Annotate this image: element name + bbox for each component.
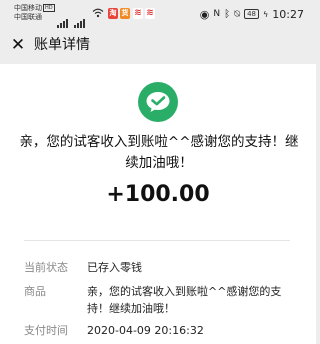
carrier-info: 中国移动 HD 中国联通 <box>14 4 55 22</box>
battery-icon: 48 <box>244 9 260 19</box>
nfc-icon: N <box>213 9 221 19</box>
status-bar: 中国移动 HD 中国联通 淘 货 ≋ ≋ ◉ N ᛒ ⍉ 48 ϟ 10:27 <box>0 0 316 28</box>
pay-time-label: 支付时间 <box>24 324 68 337</box>
signal-1-icon <box>57 9 69 28</box>
product-label: 商品 <box>24 285 46 298</box>
divider <box>24 240 290 241</box>
status-right-group: ◉ N ᛒ ⍉ 48 ϟ 10:27 <box>200 6 304 22</box>
product-value: 亲，您的试客收入到账啦^^感谢您的支持！继续加油哦！ <box>87 285 282 315</box>
carrier-1-label: 中国移动 <box>14 4 42 12</box>
app-notification-icon: 货 <box>120 8 130 19</box>
eye-icon: ◉ <box>199 7 210 21</box>
app-notification-icon: ≋ <box>145 8 155 19</box>
status-value: 已存入零钱 <box>87 261 142 274</box>
nav-header: ✕ 账单详情 <box>0 28 316 62</box>
app-notification-icon: ≋ <box>133 8 143 19</box>
app-notification-icon: 淘 <box>108 8 118 19</box>
bill-remark: 亲，您的试客收入到账啦^^感谢您的支持！继续加油哦！ <box>19 134 299 171</box>
page-title: 账单详情 <box>34 37 90 53</box>
status-label: 当前状态 <box>24 261 68 274</box>
wechat-pay-logo-icon <box>138 82 178 122</box>
charging-icon: ϟ <box>263 9 269 19</box>
pay-time-value: 2020-04-09 20:16:32 <box>87 324 204 337</box>
mute-icon: ⍉ <box>234 8 241 20</box>
wifi-icon <box>92 8 104 18</box>
carrier-2-label: 中国联通 <box>14 13 42 21</box>
hd-badge: HD <box>43 4 55 12</box>
bill-amount: +100.00 <box>106 182 210 207</box>
signal-2-icon <box>74 9 86 28</box>
bluetooth-icon: ᛒ <box>224 8 231 20</box>
close-icon[interactable]: ✕ <box>10 35 26 55</box>
status-time: 10:27 <box>272 7 304 21</box>
